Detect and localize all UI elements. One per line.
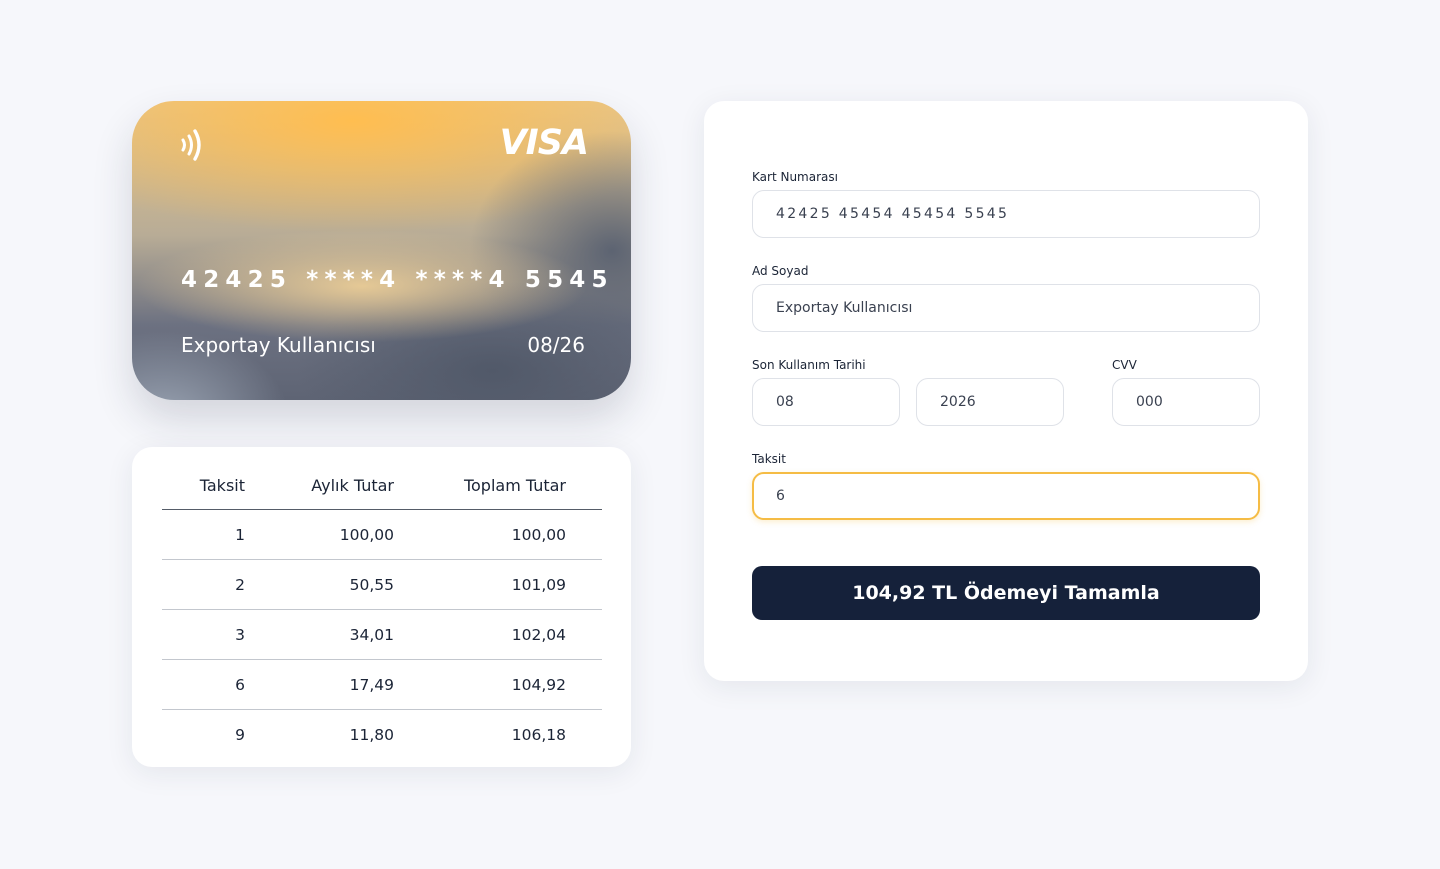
header-aylik-tutar: Aylık Tutar <box>245 461 394 510</box>
payment-form-panel: Kart Numarası Ad Soyad Son Kullanım Tari… <box>704 101 1308 681</box>
expiry-year-input[interactable] <box>916 378 1064 426</box>
expiry-label: Son Kullanım Tarihi <box>752 358 866 372</box>
row-spacer <box>566 659 602 710</box>
row-taksit: 9 <box>235 725 245 744</box>
row-spacer <box>566 710 602 760</box>
contactless-icon <box>181 129 201 161</box>
row-aylik-tutar: 50,55 <box>245 559 394 610</box>
expiry-month-input[interactable] <box>752 378 900 426</box>
header-spacer <box>566 461 602 510</box>
row-taksit: 2 <box>162 559 245 610</box>
header-taksit: Taksit <box>162 461 245 510</box>
installment-label: Taksit <box>752 452 786 466</box>
cvv-label: CVV <box>1112 358 1137 372</box>
row-aylik-tutar: 100,00 <box>245 509 394 560</box>
installment-input[interactable] <box>752 472 1260 520</box>
row-toplam-tutar: 106,18 <box>511 725 566 744</box>
name-label: Ad Soyad <box>752 264 809 278</box>
table-header-row: Taksit Aylık Tutar Toplam Tutar <box>162 461 602 510</box>
installment-table: Taksit Aylık Tutar Toplam Tutar 1 100,00… <box>162 461 602 759</box>
row-toplam-tutar: 102,04 <box>394 609 566 660</box>
table-row[interactable]: 1 100,00 100,00 <box>162 509 602 560</box>
table-row[interactable]: 6 17,49 104,92 <box>162 659 602 710</box>
credit-card-preview: VISA 42425 ****4 ****4 5545 Exportay Kul… <box>132 101 631 400</box>
card-expiry-display: 08/26 <box>527 333 585 357</box>
complete-payment-button[interactable]: 104,92 TL Ödemeyi Tamamla <box>752 566 1260 620</box>
row-taksit: 3 <box>162 609 245 660</box>
card-number-input[interactable] <box>752 190 1260 238</box>
cvv-input[interactable] <box>1112 378 1260 426</box>
row-spacer <box>566 559 602 610</box>
row-taksit: 6 <box>162 659 245 710</box>
table-row[interactable]: 2 50,55 101,09 <box>162 559 602 610</box>
card-holder-display: Exportay Kullanıcısı <box>181 333 376 357</box>
row-aylik-tutar: 34,01 <box>245 609 394 660</box>
row-toplam-tutar: 100,00 <box>394 509 566 560</box>
table-row[interactable]: 9 11,80 106,18 <box>162 710 602 760</box>
installment-table-panel: Taksit Aylık Tutar Toplam Tutar 1 100,00… <box>132 447 631 767</box>
row-taksit: 1 <box>162 509 245 560</box>
row-toplam-tutar: 101,09 <box>394 559 566 610</box>
card-number-display: 42425 ****4 ****4 5545 <box>181 267 614 293</box>
header-toplam-tutar: Toplam Tutar <box>394 461 566 510</box>
row-toplam-tutar: 104,92 <box>394 659 566 710</box>
row-aylik-tutar: 17,49 <box>245 659 394 710</box>
row-spacer <box>566 609 602 660</box>
visa-logo: VISA <box>499 123 589 163</box>
card-number-label: Kart Numarası <box>752 170 838 184</box>
row-aylik-tutar: 11,80 <box>349 725 394 744</box>
name-input[interactable] <box>752 284 1260 332</box>
row-spacer <box>566 509 602 560</box>
table-row[interactable]: 3 34,01 102,04 <box>162 609 602 660</box>
